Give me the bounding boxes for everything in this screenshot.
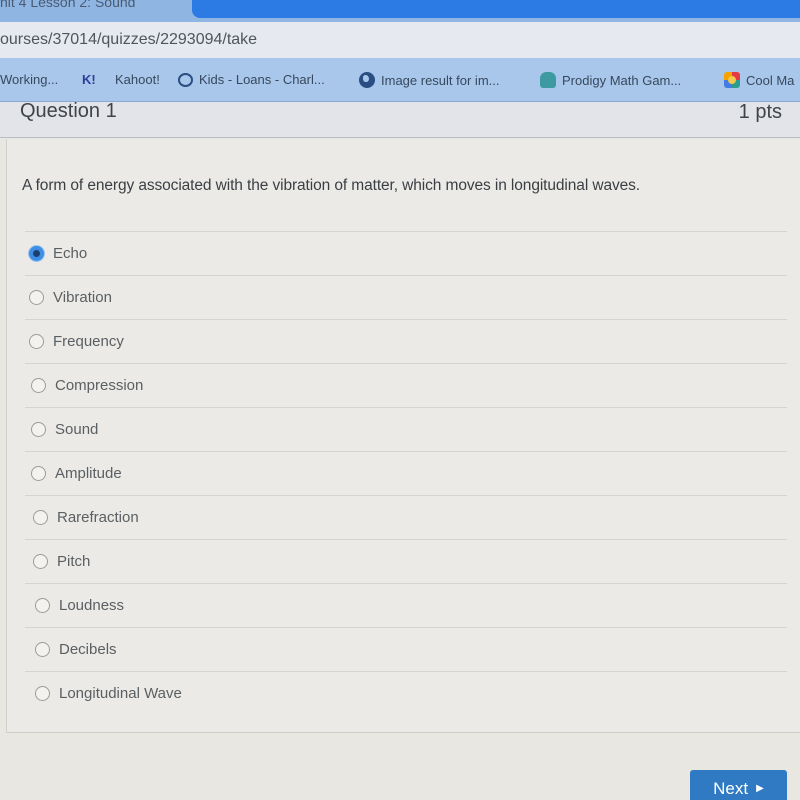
prodigy-icon (540, 72, 556, 88)
bookmarks-bar: Working... K! Kahoot! Kids - Loans - Cha… (0, 58, 800, 102)
answer-option[interactable]: Compression (25, 363, 787, 407)
question-text: A form of energy associated with the vib… (22, 177, 641, 194)
answer-option[interactable]: Pitch (25, 539, 787, 583)
coolmath-icon (724, 72, 740, 88)
radio-button[interactable] (35, 598, 50, 613)
radio-button[interactable] (31, 466, 46, 481)
url-text[interactable]: ourses/37014/quizzes/2293094/take (0, 31, 257, 49)
answer-label: Frequency (53, 333, 124, 350)
answer-label: Decibels (59, 641, 117, 658)
answer-list: Echo Vibration Frequency Compression Sou… (25, 231, 787, 715)
globe-icon (359, 72, 375, 88)
answer-label: Vibration (53, 289, 112, 306)
radio-button[interactable] (29, 290, 44, 305)
bookmark-label: Cool Ma (746, 72, 795, 88)
next-button[interactable]: Next ▶ (690, 770, 787, 800)
bookmark-working[interactable]: Working... (0, 72, 58, 87)
answer-option[interactable]: Amplitude (25, 451, 787, 495)
radio-button[interactable] (29, 334, 44, 349)
bookmark-label: Prodigy Math Gam... (562, 72, 682, 88)
answer-option[interactable]: Frequency (25, 319, 787, 363)
active-tab[interactable] (192, 0, 800, 18)
bookmark-prodigy[interactable]: Prodigy Math Gam... (540, 72, 681, 88)
radio-button[interactable] (33, 554, 48, 569)
answer-option[interactable]: Vibration (25, 275, 787, 319)
address-bar[interactable]: ourses/37014/quizzes/2293094/take (0, 22, 800, 58)
answer-label: Amplitude (55, 465, 122, 482)
radio-button[interactable] (31, 422, 46, 437)
answer-label: Echo (53, 245, 88, 262)
play-arrow-icon: ▶ (756, 783, 764, 794)
quiz-page: Question 1 1 pts A form of energy associ… (0, 100, 800, 800)
question-body: A form of energy associated with the vib… (6, 139, 800, 733)
radio-button[interactable] (35, 642, 50, 657)
bookmark-kahoot[interactable]: Kahoot! (115, 72, 160, 87)
bookmark-label: Kids - Loans - Charl... (199, 72, 325, 87)
answer-option[interactable]: Sound (25, 407, 787, 451)
bookmark-label: Working... (0, 72, 59, 87)
answer-option[interactable]: Longitudinal Wave (25, 671, 787, 715)
answer-label: Rarefraction (57, 509, 139, 526)
bookmark-image-result[interactable]: Image result for im... (359, 72, 499, 88)
browser-tab[interactable]: nit 4 Lesson 2: Sound (0, 0, 135, 10)
radio-button-selected[interactable] (29, 246, 44, 261)
bookmark-label: Kahoot! (115, 72, 160, 87)
answer-option[interactable]: Loudness (25, 583, 787, 627)
answer-option[interactable]: Echo (25, 231, 787, 275)
radio-button[interactable] (33, 510, 48, 525)
answer-label: Sound (55, 421, 99, 438)
radio-button[interactable] (35, 686, 50, 701)
browser-tab-strip: nit 4 Lesson 2: Sound (0, 0, 800, 22)
question-points: 1 pts (738, 101, 782, 123)
answer-label: Loudness (59, 597, 125, 614)
bookmark-kahoot-short[interactable]: K! (82, 72, 96, 87)
answer-option[interactable]: Rarefraction (25, 495, 787, 539)
next-label: Next (713, 779, 749, 798)
bookmark-kids-loans[interactable]: Kids - Loans - Charl... (178, 72, 325, 87)
question-header: Question 1 1 pts (0, 100, 800, 138)
kahoot-icon: K! (82, 72, 96, 87)
circle-icon (178, 72, 193, 87)
answer-option[interactable]: Decibels (25, 627, 787, 671)
bookmark-coolmath[interactable]: Cool Ma (724, 72, 794, 88)
answer-label: Compression (55, 377, 144, 394)
radio-button[interactable] (31, 378, 46, 393)
bookmark-label: Image result for im... (381, 72, 500, 88)
question-title: Question 1 (20, 100, 117, 122)
answer-label: Pitch (57, 553, 91, 570)
answer-label: Longitudinal Wave (59, 685, 182, 702)
